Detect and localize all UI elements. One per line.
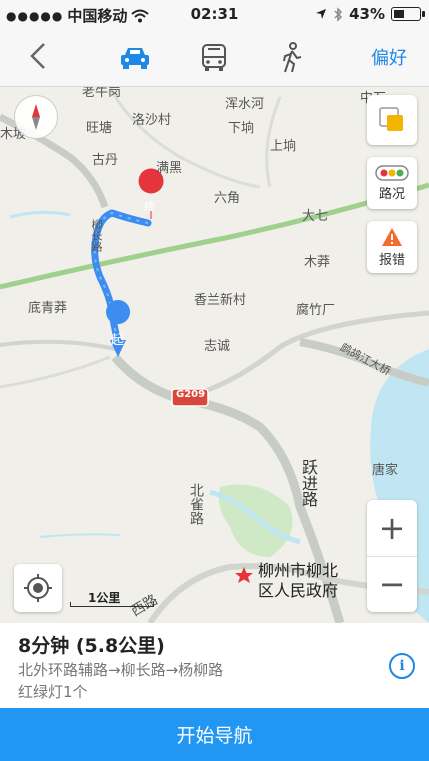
signal-icon: ●●●●●	[6, 8, 64, 23]
place-label: 木莽	[304, 255, 331, 270]
place-label: 大七	[302, 209, 329, 224]
place-label: 老牛岗	[82, 87, 122, 100]
compass-icon	[32, 104, 40, 130]
scale-bar: 1公里	[70, 589, 154, 609]
place-label: 志诚	[204, 339, 231, 354]
road-label: 跃进路	[299, 459, 318, 507]
mode-walk-tab[interactable]	[270, 38, 314, 78]
locate-button[interactable]	[14, 564, 62, 612]
road-label: 北雀路	[188, 483, 204, 525]
layers-button[interactable]	[367, 95, 417, 145]
zoom-control: + −	[367, 500, 417, 612]
back-chevron-icon	[30, 43, 45, 69]
preference-button[interactable]: 偏好	[371, 44, 407, 70]
zoom-out-button[interactable]: −	[367, 556, 417, 612]
mode-bus-tab[interactable]	[192, 38, 236, 78]
compass-button[interactable]	[14, 95, 58, 139]
location-arrow-icon	[316, 9, 327, 19]
place-label: 下垧	[228, 121, 255, 136]
route-summary-panel[interactable]: 8分钟 (5.8公里) 北外环路辅路→柳长路→杨柳路 红绿灯1个 i	[0, 623, 429, 708]
place-label: 上垧	[270, 139, 297, 154]
place-label: 腐竹厂	[296, 303, 336, 318]
battery-percent: 43%	[349, 5, 385, 23]
map-view[interactable]: 老牛岗 旺塘 洛沙村 浑水河 中石 木坡 古丹 下垧 上垧 满黑 六角 大七 底…	[0, 87, 429, 623]
place-label: 六角	[214, 191, 241, 206]
end-marker-label: 终	[144, 200, 155, 213]
start-pin	[106, 300, 131, 324]
place-label: 底青莽	[28, 301, 68, 316]
traffic-lights-count: 红绿灯1个	[18, 683, 88, 701]
zoom-in-button[interactable]: +	[367, 500, 417, 557]
place-label: 唐家	[372, 463, 399, 478]
walk-icon	[283, 42, 302, 73]
bus-icon	[202, 44, 226, 71]
gov-label-line2: 区人民政府	[258, 581, 339, 600]
nav-bar: 偏好	[0, 28, 429, 87]
traffic-light-icon	[375, 164, 409, 181]
place-label: 浑水河	[225, 97, 265, 112]
road-label: 柳长路	[90, 219, 103, 252]
mode-car-tab[interactable]	[113, 38, 157, 78]
battery-icon	[391, 7, 425, 21]
carrier-label: 中国移动	[67, 7, 128, 25]
start-marker-label: 起	[111, 333, 125, 348]
route-roads: 北外环路辅路→柳长路→杨柳路	[18, 661, 224, 679]
place-label: 洛沙村	[132, 113, 172, 128]
scale-line	[70, 602, 154, 607]
layers-icon	[379, 107, 403, 131]
route-duration: 8分钟 (5.8公里)	[18, 635, 165, 657]
place-label: 旺塘	[86, 121, 113, 136]
carrier-area: ●●●●● 中国移动	[6, 5, 150, 26]
bluetooth-icon	[334, 6, 343, 22]
place-label: 香兰新村	[194, 293, 247, 308]
traffic-button[interactable]: 路况	[367, 157, 417, 209]
report-label: 报错	[378, 252, 405, 268]
back-button[interactable]	[24, 40, 56, 72]
locate-icon	[24, 574, 52, 602]
place-label: 满黑	[156, 161, 183, 176]
status-right: 43%	[315, 5, 425, 23]
wifi-icon	[131, 9, 150, 22]
g209-label: G209	[176, 389, 206, 400]
battery-fill	[394, 10, 404, 18]
clock: 02:31	[190, 5, 239, 23]
traffic-label: 路况	[378, 186, 405, 202]
start-navigation-button[interactable]: 开始导航	[0, 708, 429, 761]
report-error-button[interactable]: 报错	[367, 221, 417, 273]
car-icon	[121, 48, 149, 69]
info-icon[interactable]: i	[389, 653, 415, 679]
status-bar: ●●●●● 中国移动 02:31 43%	[0, 0, 429, 28]
place-label: 古丹	[92, 153, 119, 168]
warning-icon	[382, 227, 402, 246]
